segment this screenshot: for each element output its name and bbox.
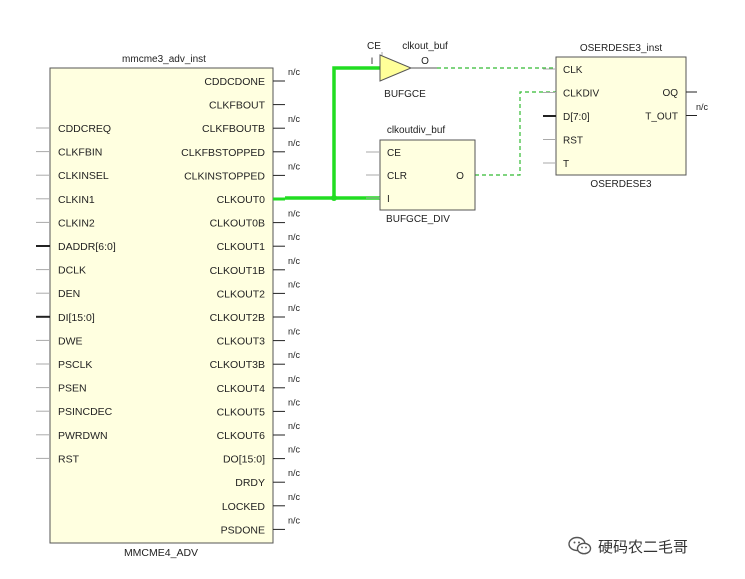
mmcm-port-label: CLKFBIN xyxy=(58,147,102,159)
nc-label: n/c xyxy=(288,397,301,407)
mmcm-port-label: CLKIN2 xyxy=(58,217,95,229)
bufgce-block[interactable]: CE clkout_buf I O BUFGCE xyxy=(367,41,448,100)
nc-label: n/c xyxy=(288,279,301,289)
mmcm-port-label: CLKOUT2 xyxy=(217,288,266,300)
nc-label: n/c xyxy=(288,327,301,337)
oserdes-port-label: D[7:0] xyxy=(563,112,590,123)
nc-label: n/c xyxy=(288,492,301,502)
mmcm-port-label: CLKOUT0 xyxy=(217,194,266,206)
net-clkout0-to-bufgce[interactable] xyxy=(332,66,380,198)
oserdes-instance-name: OSERDESE3_inst xyxy=(580,43,662,54)
net-clkout0[interactable] xyxy=(285,66,380,201)
mmcm-port-label: CLKOUT0B xyxy=(210,218,265,230)
mmcm-port-label: DO[15:0] xyxy=(223,454,265,466)
mmcm-port-label: CDDCREQ xyxy=(58,123,111,135)
oserdes-port-label: RST xyxy=(563,136,583,147)
mmcm-port-label: CLKFBOUTB xyxy=(202,123,265,135)
mmcm-port-label: CLKOUT4 xyxy=(217,383,266,395)
watermark-text: 硬码农二毛哥 xyxy=(598,537,689,556)
mmcm-port-label: CLKOUT3 xyxy=(217,336,266,348)
oserdes-port-label: T_OUT xyxy=(645,112,678,123)
mmcm-body[interactable] xyxy=(49,67,274,544)
bufgce-div-port-label: I xyxy=(387,194,390,205)
mmcm-port-label: CLKOUT1 xyxy=(217,241,266,253)
mmcm-port-label: CLKOUT1B xyxy=(210,265,265,277)
mmcm-port-label: PSINCDEC xyxy=(58,406,113,418)
mmcm-port-label: CLKINSEL xyxy=(58,170,109,182)
bufgce-i-label: I xyxy=(371,56,374,66)
nc-label: n/c xyxy=(288,232,301,242)
mmcm-port-label: DCLK xyxy=(58,265,86,277)
nc-label: n/c xyxy=(288,468,301,478)
nc-label: n/c xyxy=(288,67,301,77)
mmcm-port-label: CLKOUT3B xyxy=(210,359,265,371)
mmcm-port-label: CLKFBOUT xyxy=(209,100,266,112)
mmcm-port-label: DWE xyxy=(58,335,83,347)
mmcm-port-label: CLKOUT5 xyxy=(217,406,266,418)
nc-label: n/c xyxy=(288,114,301,124)
oserdes-port-label: T xyxy=(563,159,569,170)
mmcm-cell-type: MMCME4_ADV xyxy=(124,547,198,559)
nc-label: n/c xyxy=(288,161,301,171)
oserdes-block[interactable]: OSERDESE3_inst CLK CLKDIV D[7:0] RST T OQ T_O… xyxy=(543,43,708,190)
nc-label: n/c xyxy=(288,256,301,266)
nc-label: n/c xyxy=(288,374,301,384)
mmcm-port-label: DRDY xyxy=(235,477,265,489)
oserdes-port-label: CLK xyxy=(563,65,583,76)
wechat-icon xyxy=(568,536,592,555)
mmcm-port-label: DI[15:0] xyxy=(58,312,95,324)
oserdes-port-label: OQ xyxy=(662,88,678,99)
bufgce-div-block[interactable]: clkoutdiv_buf CE CLR I O BUFGCE_DIV xyxy=(366,125,476,225)
mmcm-port-label: PSDONE xyxy=(221,524,265,536)
oserdes-cell-type: OSERDESE3 xyxy=(590,179,652,190)
bufgce-div-instance-name: clkoutdiv_buf xyxy=(387,125,446,136)
mmcm-port-label: CDDCDONE xyxy=(204,76,265,88)
schematic-canvas[interactable]: mmcme3_adv_inst MMCME4_ADV CDDCREQ CLKFBI… xyxy=(0,0,745,579)
nc-label: n/c xyxy=(288,350,301,360)
watermark: 硬码农二毛哥 xyxy=(568,533,738,559)
bufgce-div-cell-type: BUFGCE_DIV xyxy=(386,214,450,225)
nc-label: n/c xyxy=(288,303,301,313)
bufgce-triangle-icon[interactable] xyxy=(379,54,413,82)
mmcm-block[interactable]: mmcme3_adv_inst MMCME4_ADV CDDCREQ CLKFBI… xyxy=(36,54,301,559)
bufgce-div-o-label: O xyxy=(456,171,464,182)
mmcm-port-label: LOCKED xyxy=(222,501,266,513)
mmcm-port-label: PSCLK xyxy=(58,359,92,371)
mmcm-port-label: CLKIN1 xyxy=(58,194,95,206)
bufgce-o-label: O xyxy=(421,56,429,67)
bufgce-instance-name: clkout_buf xyxy=(402,41,448,52)
nc-label: n/c xyxy=(288,138,301,148)
mmcm-port-label: PWRDWN xyxy=(58,430,108,442)
mmcm-port-label: CLKFBSTOPPED xyxy=(181,147,265,159)
nc-label: n/c xyxy=(288,421,301,431)
bufgce-div-port-label: CLR xyxy=(387,171,407,182)
bufgce-div-port-label: CE xyxy=(387,148,401,159)
mmcm-port-label: RST xyxy=(58,453,80,465)
mmcm-port-label: PSEN xyxy=(58,383,87,395)
oserdes-port-label: CLKDIV xyxy=(563,89,599,100)
nc-label: n/c xyxy=(288,209,301,219)
nc-label: n/c xyxy=(288,515,301,525)
mmcm-port-label: CLKINSTOPPED xyxy=(184,170,265,182)
mmcm-port-label: DEN xyxy=(58,288,80,300)
nc-label: n/c xyxy=(288,445,301,455)
mmcm-port-label: CLKOUT6 xyxy=(217,430,266,442)
bufgce-ce-label: CE xyxy=(367,41,381,52)
oserdes-tout-nc: n/c xyxy=(696,102,709,112)
mmcm-instance-name: mmcme3_adv_inst xyxy=(122,54,206,65)
net-junction xyxy=(331,195,337,201)
mmcm-port-label: CLKOUT2B xyxy=(210,312,265,324)
mmcm-port-label: DADDR[6:0] xyxy=(58,241,116,253)
bufgce-cell-type: BUFGCE xyxy=(384,89,426,100)
